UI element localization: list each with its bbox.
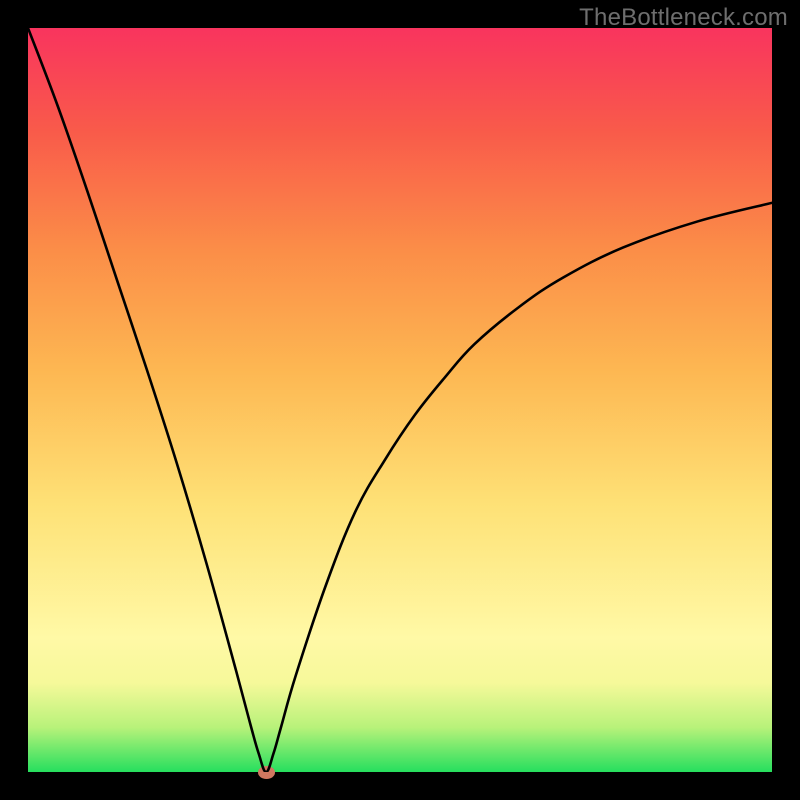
curve-svg bbox=[28, 28, 772, 772]
plot-area bbox=[28, 28, 772, 772]
bottleneck-curve-path bbox=[28, 28, 772, 772]
chart-container: TheBottleneck.com bbox=[0, 0, 800, 800]
watermark-text: TheBottleneck.com bbox=[579, 4, 788, 32]
